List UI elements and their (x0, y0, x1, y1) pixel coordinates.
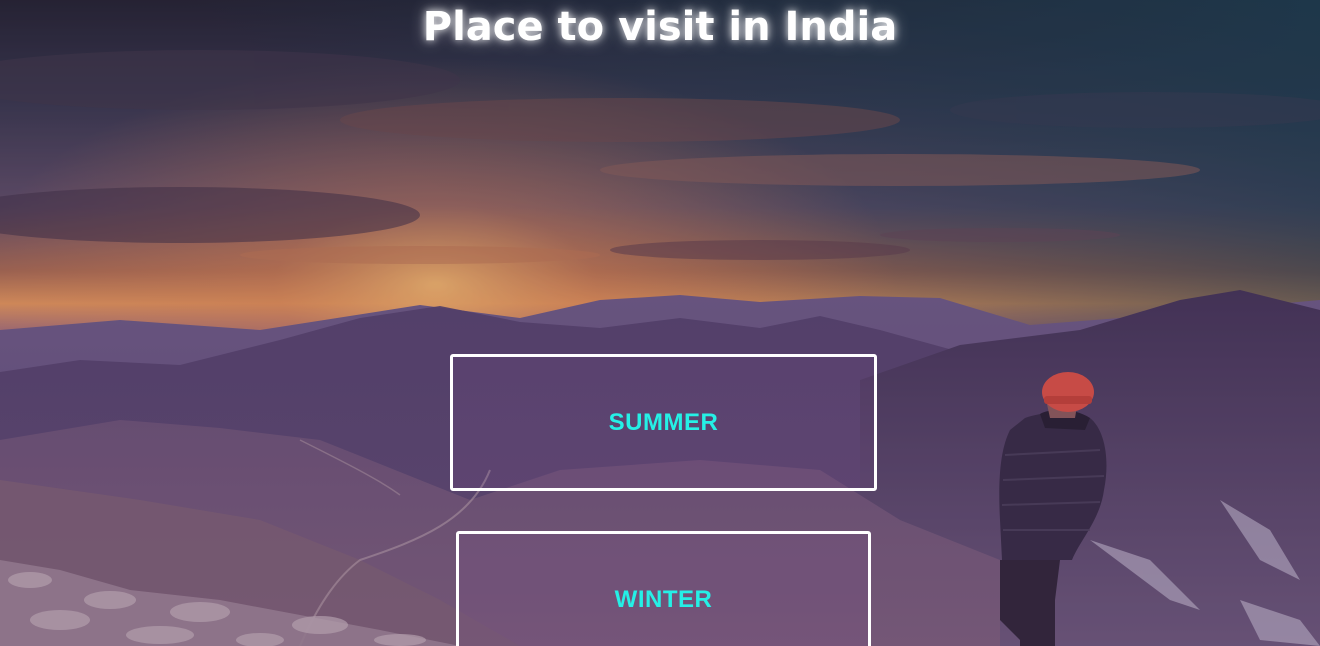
winter-button-label: WINTER (614, 585, 713, 613)
summer-button[interactable]: SUMMER (450, 354, 877, 491)
page-title: Place to visit in India (422, 4, 898, 50)
summer-button-label: SUMMER (608, 408, 719, 436)
winter-button[interactable]: WINTER (456, 531, 871, 646)
